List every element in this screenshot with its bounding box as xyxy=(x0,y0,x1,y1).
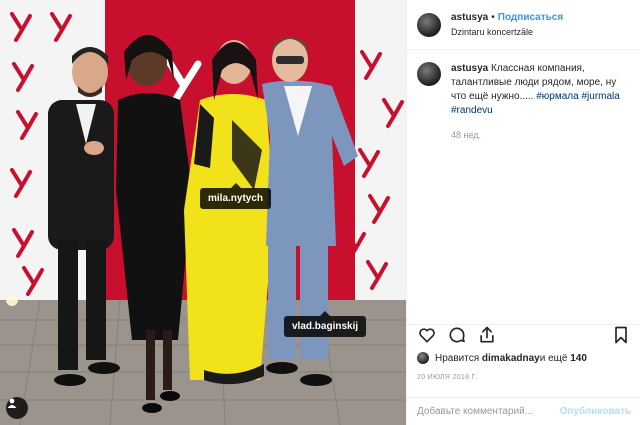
avatar[interactable] xyxy=(417,62,441,86)
post-side-panel: astusya • Подписаться Dzintaru koncertzāle… xyxy=(406,0,640,425)
post-photo[interactable]: mila.nytych vlad.baginskij xyxy=(0,0,406,425)
likes-prefix: Нравится xyxy=(435,352,480,364)
heart-icon[interactable] xyxy=(417,325,437,350)
post-date: 20 ИЮЛЯ 2018 Г. xyxy=(417,374,478,381)
avatar[interactable] xyxy=(417,12,441,37)
photo-user-tag[interactable]: vlad.baginskij xyxy=(284,311,367,337)
likes-middle: и ещё xyxy=(539,352,568,364)
likes-line: Нравится dimakadnay и ещё 140 xyxy=(417,352,587,364)
comment-bar: Опубликовать xyxy=(407,397,640,425)
likes-count[interactable]: 140 xyxy=(570,353,587,364)
follow-button[interactable]: Подписаться xyxy=(498,12,563,23)
instagram-post: mila.nytych vlad.baginskij astusya • Подпи… xyxy=(0,0,640,425)
hashtag-link[interactable]: #юрмала xyxy=(536,91,578,102)
avatar xyxy=(417,352,429,364)
action-bar xyxy=(407,324,640,350)
comment-icon[interactable] xyxy=(447,325,467,350)
comment-input[interactable] xyxy=(417,406,560,417)
author-username[interactable]: astusya xyxy=(451,12,488,23)
bookmark-icon[interactable] xyxy=(611,325,631,350)
separator-dot: • xyxy=(491,11,495,23)
post-header: astusya • Подписаться Dzintaru koncertzāle xyxy=(407,0,640,50)
share-icon[interactable] xyxy=(477,325,497,350)
liker-username[interactable]: dimakadnay xyxy=(482,353,540,364)
hashtag-link[interactable]: #jurmala xyxy=(581,91,619,102)
photo-illustration xyxy=(0,0,406,425)
caption-time: 48 нед. xyxy=(451,130,482,140)
location-link[interactable]: Dzintaru koncertzāle xyxy=(451,25,563,39)
photo-user-tag[interactable]: mila.nytych xyxy=(200,183,272,209)
caption: astusya Классная компания, талантливые л… xyxy=(407,50,640,142)
caption-username[interactable]: astusya xyxy=(451,63,488,74)
tagged-users-icon[interactable] xyxy=(6,397,28,419)
hashtag-link[interactable]: #randevu xyxy=(451,105,493,116)
publish-button[interactable]: Опубликовать xyxy=(560,406,631,417)
